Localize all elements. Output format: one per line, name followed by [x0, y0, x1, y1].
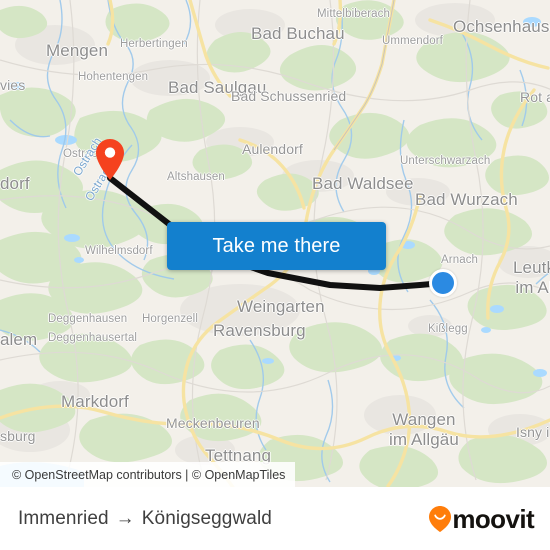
trip-title: Immenried → Königseggwald — [18, 508, 272, 530]
footer-bar: Immenried → Königseggwald moovit — [0, 487, 550, 550]
trip-destination: Königseggwald — [141, 507, 272, 529]
trip-origin: Immenried — [18, 507, 109, 529]
attribution-text: © OpenStreetMap contributors | © OpenMap… — [12, 467, 286, 482]
moovit-pin-icon — [429, 505, 452, 532]
origin-map-pin-icon[interactable] — [96, 139, 124, 180]
map-attribution[interactable]: © OpenStreetMap contributors | © OpenMap… — [0, 462, 296, 487]
arrow-right-icon: → — [115, 507, 135, 529]
moovit-map-screenshot: Mengen Herbertingen Hohentengen Bad Saulgau… — [0, 0, 550, 550]
moovit-logo[interactable]: moovit — [429, 503, 535, 534]
destination-circle-dot-icon[interactable] — [429, 269, 457, 297]
moovit-wordmark: moovit — [452, 503, 534, 534]
take-me-there-button[interactable]: Take me there — [167, 222, 386, 270]
map-viewport[interactable]: Mengen Herbertingen Hohentengen Bad Saulgau… — [0, 0, 550, 487]
